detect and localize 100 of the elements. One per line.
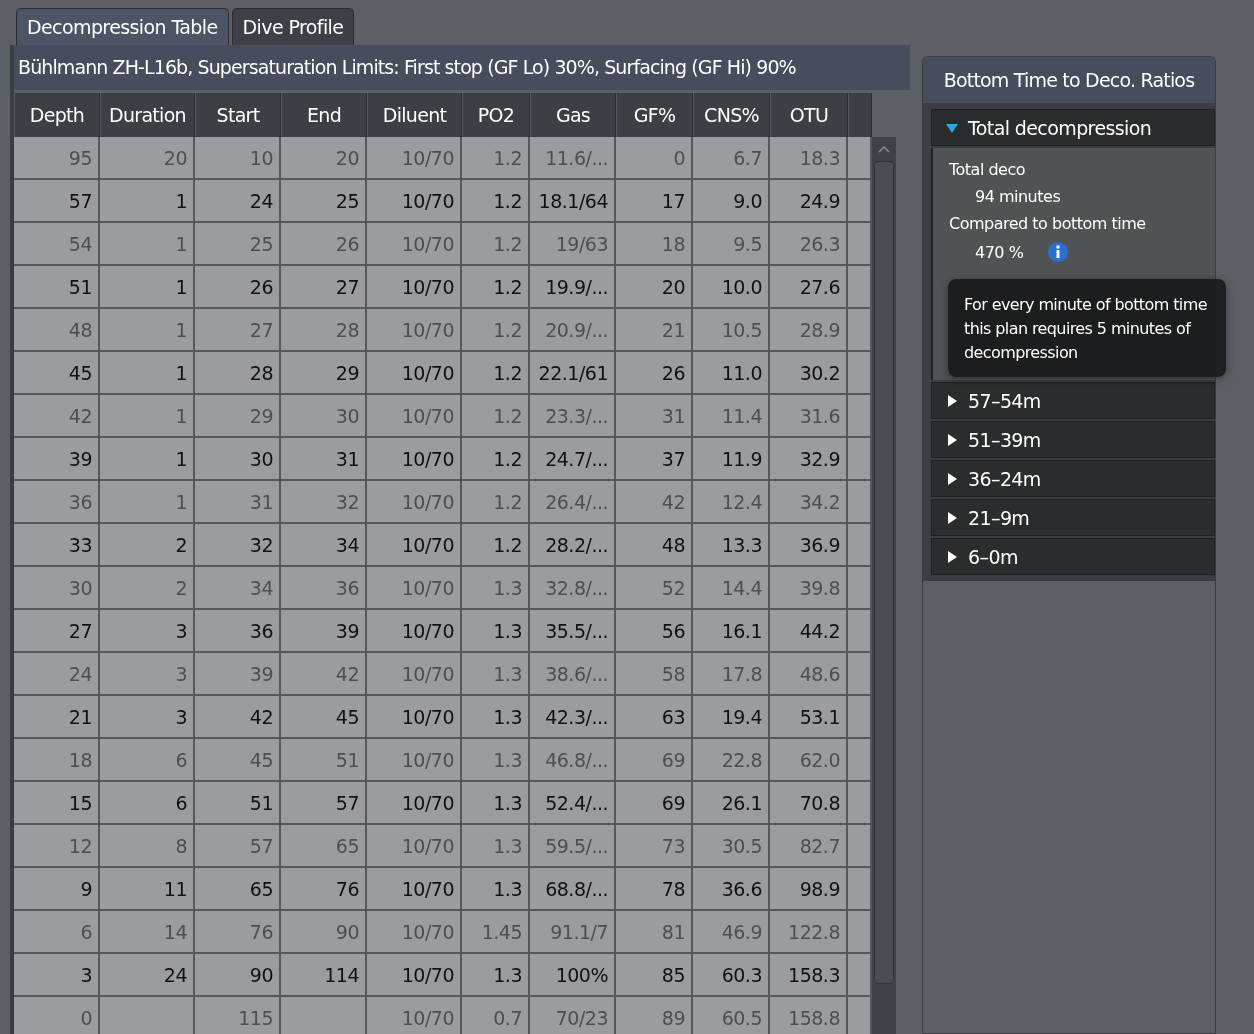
table-cell: 30 xyxy=(281,395,367,436)
table-cell: 3 xyxy=(100,653,195,694)
table-cell: 3 xyxy=(100,610,195,651)
table-cell: 2 xyxy=(100,524,195,565)
table-cell: 8 xyxy=(100,825,195,866)
table-cell: 31 xyxy=(281,438,367,479)
table-cell: 48 xyxy=(616,524,693,565)
table-cell: 45 xyxy=(281,696,367,737)
info-icon[interactable] xyxy=(1047,241,1070,263)
detail-label: Compared to bottom time xyxy=(949,214,1147,233)
table-cell: 13.3 xyxy=(693,524,770,565)
detail-value: 470 % xyxy=(975,242,1024,262)
table-cell: 1.2 xyxy=(462,266,530,307)
table-cell: 3 xyxy=(100,696,195,737)
table-cell: 18.1/64 xyxy=(530,180,616,221)
tab[interactable]: Decompression Table xyxy=(16,8,229,45)
table-cell: 10/70 xyxy=(367,180,462,221)
table-cell: 76 xyxy=(195,911,281,952)
table-cell: 85 xyxy=(616,954,693,995)
table-cell: 10/70 xyxy=(367,954,462,995)
table-cell: 69 xyxy=(616,739,693,780)
tab[interactable]: Dive Profile xyxy=(231,8,355,45)
table-cell: 115 xyxy=(195,997,281,1034)
accordion-header[interactable]: 57–54m xyxy=(931,382,1215,419)
table-cell: 114 xyxy=(281,954,367,995)
table-cell: 1 xyxy=(100,395,195,436)
scrollbar[interactable] xyxy=(872,137,896,1034)
table-cell: 39 xyxy=(281,610,367,651)
table-cell: 1.3 xyxy=(462,825,530,866)
table-cell: 10 xyxy=(195,137,281,178)
scroll-up-icon[interactable] xyxy=(878,145,890,153)
table-cell: 68.8/... xyxy=(530,868,616,909)
table-cell: 10/70 xyxy=(367,653,462,694)
table-cell: 11.9 xyxy=(693,438,770,479)
table-cell: 31 xyxy=(195,481,281,522)
accordion-header[interactable]: Total decompression xyxy=(931,109,1215,146)
table-cell: 10/70 xyxy=(367,266,462,307)
accordion-header[interactable]: 51–39m xyxy=(931,421,1215,458)
table-cell: 1 xyxy=(100,352,195,393)
table-cell: 51 xyxy=(14,266,100,307)
table-cell: 18.3 xyxy=(770,137,848,178)
accordion-header[interactable]: 6–0m xyxy=(931,538,1215,575)
table-cell: 27.6 xyxy=(770,266,848,307)
table-cell: 24.7/... xyxy=(530,438,616,479)
table-cell: 10/70 xyxy=(367,610,462,651)
table-cell: 19.4 xyxy=(693,696,770,737)
table-cell: 9 xyxy=(14,868,100,909)
table-cell: 73 xyxy=(616,825,693,866)
table-cell: 39 xyxy=(195,653,281,694)
table-cell: 1.2 xyxy=(462,352,530,393)
table-cell: 36 xyxy=(14,481,100,522)
table-cell: 10/70 xyxy=(367,782,462,823)
table-cell: 56 xyxy=(616,610,693,651)
table-cell: 10/70 xyxy=(367,309,462,350)
table-cell: 1.3 xyxy=(462,868,530,909)
table-cell: 25 xyxy=(281,180,367,221)
accordion-header[interactable]: 21–9m xyxy=(931,499,1215,536)
table-cell: 22.1/61 xyxy=(530,352,616,393)
table-cell: 10/70 xyxy=(367,524,462,565)
caret-right-icon xyxy=(946,394,958,407)
table-cell: 30 xyxy=(14,567,100,608)
table-cell: 17.8 xyxy=(693,653,770,694)
table-cell: 10.0 xyxy=(693,266,770,307)
table-cell: 51 xyxy=(281,739,367,780)
table-cell: 28 xyxy=(195,352,281,393)
table-cell: 46.9 xyxy=(693,911,770,952)
table-cell: 6 xyxy=(100,739,195,780)
accordion-header[interactable]: 36–24m xyxy=(931,460,1215,497)
table-cell: 1.45 xyxy=(462,911,530,952)
table-cell: 6.7 xyxy=(693,137,770,178)
table-cell: 65 xyxy=(195,868,281,909)
table-cell: 20 xyxy=(100,137,195,178)
table-cell: 52 xyxy=(616,567,693,608)
table-cell: 15 xyxy=(14,782,100,823)
caret-right-icon xyxy=(946,433,958,446)
table-cell: 52.4/... xyxy=(530,782,616,823)
table-cell: 19/63 xyxy=(530,223,616,264)
table-cell: 53.1 xyxy=(770,696,848,737)
table-cell: 10/70 xyxy=(367,997,462,1034)
table-cell: 25 xyxy=(195,223,281,264)
table-cell: 27 xyxy=(195,309,281,350)
table-cell: 30.2 xyxy=(770,352,848,393)
table-cell: 45 xyxy=(14,352,100,393)
table-cell: 1 xyxy=(100,223,195,264)
table-cell: 18 xyxy=(14,739,100,780)
table-cell: 1.2 xyxy=(462,438,530,479)
table-cell: 20 xyxy=(281,137,367,178)
table-cell: 32 xyxy=(195,524,281,565)
table-cell: 1.3 xyxy=(462,782,530,823)
table-cell: 89 xyxy=(616,997,693,1034)
table-cell: 34 xyxy=(195,567,281,608)
table-cell: 42 xyxy=(616,481,693,522)
table-cell: 51 xyxy=(195,782,281,823)
table-cell: 32.8/... xyxy=(530,567,616,608)
table-cell: 36 xyxy=(195,610,281,651)
table-cell: 0 xyxy=(14,997,100,1034)
table-cell: 122.8 xyxy=(770,911,848,952)
table-cell: 98.9 xyxy=(770,868,848,909)
table-cell: 62.0 xyxy=(770,739,848,780)
table-cell: 10/70 xyxy=(367,352,462,393)
